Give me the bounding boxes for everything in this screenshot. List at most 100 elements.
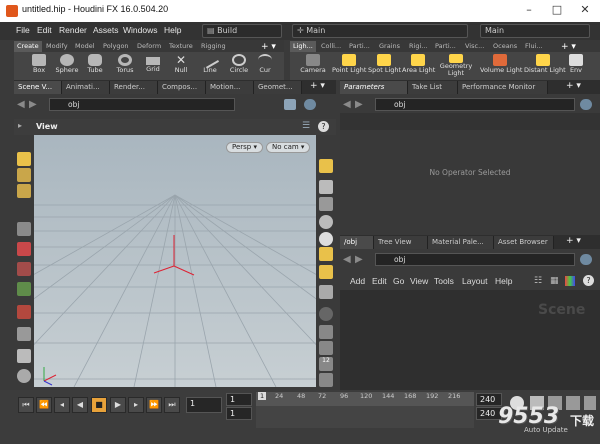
tool-null[interactable]: ✕ Null	[166, 52, 196, 80]
shelf-tab-texture[interactable]: Texture	[166, 41, 196, 52]
back-arrow-icon[interactable]: ◀	[17, 99, 25, 110]
tool-line[interactable]: Line	[195, 51, 225, 80]
current-frame-field[interactable]: 1	[186, 397, 222, 413]
start-frame-field-2[interactable]: 1	[226, 407, 252, 420]
tool-torus[interactable]: Torus	[110, 52, 140, 80]
tool-box[interactable]: Box	[24, 52, 54, 80]
net-link-icon[interactable]	[580, 254, 592, 265]
help-icon[interactable]: ?	[318, 121, 329, 132]
scale-tool-icon[interactable]	[17, 282, 31, 296]
perspective-menu-button[interactable]: Persp ▾	[226, 142, 263, 153]
maximize-button[interactable]: □	[544, 2, 570, 18]
tool-env-light[interactable]: Env	[566, 52, 586, 80]
start-frame-field[interactable]: 1	[226, 393, 252, 406]
tool-distant-light[interactable]: Distant Light	[524, 52, 566, 80]
step-back-button[interactable]: ◂	[54, 397, 70, 413]
left-path-field[interactable]: obj	[49, 98, 235, 111]
network-path-field[interactable]: obj	[375, 253, 575, 266]
desktop-main-dropdown[interactable]: Main	[480, 24, 590, 38]
shelf-tab-collisions[interactable]: Colli...	[318, 41, 344, 52]
shelf-tab-rigid[interactable]: Rigi...	[406, 41, 430, 52]
tab-asset-browser[interactable]: Asset Browser	[494, 236, 554, 249]
snap-icon[interactable]	[17, 327, 31, 341]
tool-volume-light[interactable]: Volume Light	[480, 52, 522, 80]
shelf-tab-fluids[interactable]: Flui...	[522, 41, 546, 52]
tab-render-view[interactable]: Render...	[110, 81, 158, 94]
grid-view-icon[interactable]: ▦	[550, 276, 559, 286]
tab-geometry-spreadsheet[interactable]: Geomet...	[254, 81, 302, 94]
menu-render[interactable]: Render	[59, 25, 87, 35]
net-menu-tools[interactable]: Tools	[434, 276, 454, 286]
stop-button[interactable]: ■	[91, 397, 107, 413]
timeline-scrub-area[interactable]	[256, 406, 474, 428]
shelf-tab-viscous[interactable]: Visc...	[462, 41, 487, 52]
move-tool-icon[interactable]	[17, 168, 31, 182]
shelf-tab-deform[interactable]: Deform	[134, 41, 164, 52]
net-forward-icon[interactable]: ▶	[355, 254, 363, 265]
wire-icon[interactable]	[319, 285, 333, 299]
desktop-build-dropdown[interactable]: ▤ Build	[202, 24, 282, 38]
ghost-icon[interactable]	[319, 180, 333, 194]
pin-icon[interactable]	[284, 99, 296, 110]
minimize-button[interactable]: –	[516, 2, 542, 18]
shelf-tab-particle-fluids[interactable]: Parti...	[432, 41, 459, 52]
shelf-tab-polygon[interactable]: Polygon	[100, 41, 132, 52]
paint-icon[interactable]	[17, 349, 31, 363]
add-shelf-icon[interactable]: + ▾	[258, 41, 279, 52]
tool-spot-light[interactable]: Spot Light	[368, 52, 401, 80]
close-view-icon[interactable]	[319, 215, 333, 229]
tool-curve[interactable]: Cur	[250, 52, 280, 80]
net-menu-edit[interactable]: Edit	[372, 276, 387, 286]
shelf-tab-model[interactable]: Model	[72, 41, 98, 52]
tab-composite-view[interactable]: Compos...	[158, 81, 206, 94]
jump-end-button[interactable]: ⏭	[164, 397, 180, 413]
params-link-icon[interactable]	[580, 99, 592, 110]
list-view-icon[interactable]: ☷	[534, 276, 542, 286]
pin-tool-icon[interactable]	[17, 369, 31, 383]
prev-key-button[interactable]: ⏪	[36, 397, 52, 413]
right-path-field[interactable]: obj	[375, 98, 575, 111]
tab-scene-view[interactable]: Scene V...	[14, 81, 62, 94]
net-menu-view[interactable]: View	[410, 276, 428, 286]
shelf-tab-create[interactable]: Create	[14, 41, 42, 52]
add-shelf-right-icon[interactable]: + ▾	[558, 41, 579, 52]
net-menu-add[interactable]: Add	[350, 276, 365, 286]
tab-parameters[interactable]: Parameters	[340, 81, 408, 94]
knife-icon[interactable]	[319, 325, 333, 339]
tab-performance-monitor[interactable]: Performance Monitor	[458, 81, 548, 94]
count-icon[interactable]: 12	[319, 357, 333, 371]
rotate-tool-icon[interactable]	[17, 184, 31, 198]
menu-file[interactable]: File	[16, 25, 30, 35]
camera-menu-button[interactable]: No cam ▾	[266, 142, 311, 153]
audio-icon[interactable]	[584, 396, 596, 410]
select-tool-icon[interactable]	[17, 152, 31, 166]
shelf-tab-rigging[interactable]: Rigging	[198, 41, 229, 52]
menu-edit[interactable]: Edit	[37, 25, 52, 35]
shelf-set-dropdown[interactable]: ✛ Main	[292, 24, 468, 38]
play-forward-button[interactable]: ▶	[110, 397, 126, 413]
tab-tree-view[interactable]: Tree View	[374, 236, 428, 249]
tab-obj-network[interactable]: /obj	[340, 236, 374, 249]
jump-start-button[interactable]: ⏮	[18, 397, 34, 413]
net-back-icon[interactable]: ◀	[343, 254, 351, 265]
display-toggle-icon[interactable]	[319, 159, 333, 173]
tool-point-light[interactable]: Point Light	[332, 52, 366, 80]
params-back-icon[interactable]: ◀	[343, 99, 351, 110]
menu-help[interactable]: Help	[164, 25, 181, 35]
play-reverse-button[interactable]: ◀	[72, 397, 88, 413]
handle-tool-icon[interactable]	[17, 262, 31, 276]
dot-icon[interactable]	[319, 307, 333, 321]
tab-animation-editor[interactable]: Animati...	[62, 81, 110, 94]
shelf-tab-modify[interactable]: Modify	[43, 41, 71, 52]
step-forward-button[interactable]: ▸	[128, 397, 144, 413]
tab-motion-fx[interactable]: Motion...	[206, 81, 254, 94]
add-right-tab-icon[interactable]: + ▾	[566, 81, 581, 91]
tool-grid[interactable]: Grid	[138, 52, 168, 80]
tab-material-palette[interactable]: Material Pale...	[428, 236, 494, 249]
color-palette-icon[interactable]	[565, 276, 575, 286]
view-tool-icon[interactable]	[17, 242, 31, 256]
display-options-icon[interactable]: ☰	[302, 121, 310, 131]
tool-area-light[interactable]: Area Light	[402, 52, 435, 80]
shelf-tab-particles[interactable]: Parti...	[346, 41, 373, 52]
lock-icon[interactable]	[319, 197, 333, 211]
